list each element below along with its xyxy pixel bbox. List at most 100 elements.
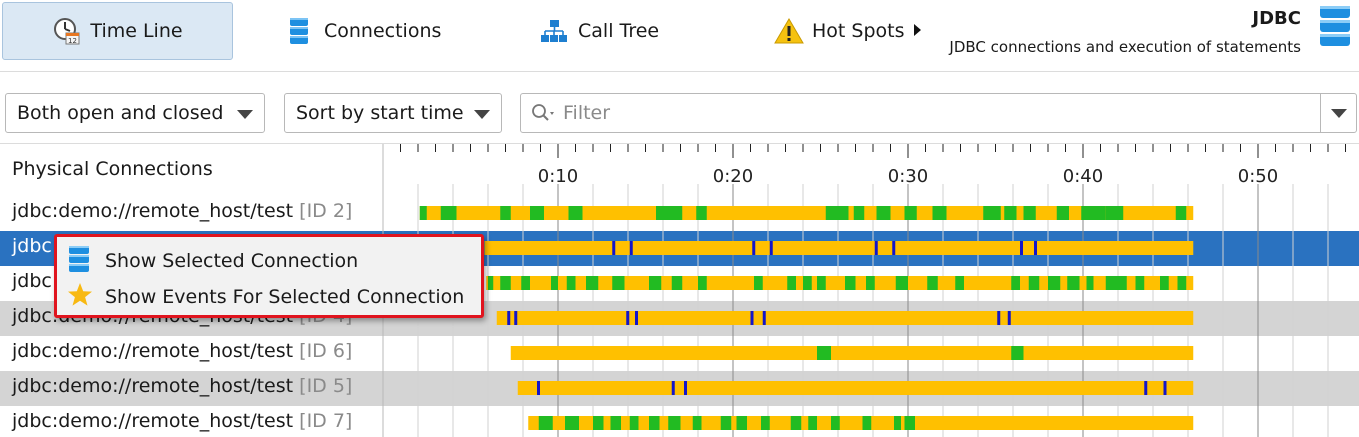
statement-segment xyxy=(692,416,702,430)
event-marker xyxy=(612,241,616,255)
statement-segment xyxy=(649,276,662,290)
database-icon xyxy=(67,245,93,278)
event-marker xyxy=(874,241,878,255)
event-marker xyxy=(997,311,1001,325)
connection-id: [ID 7] xyxy=(299,410,353,432)
show-selected-connection-menu-item[interactable]: Show Selected Connection xyxy=(67,245,358,277)
filter-input[interactable] xyxy=(563,96,1263,130)
statement-segment xyxy=(904,206,917,220)
statement-segment xyxy=(1067,276,1080,290)
event-marker xyxy=(892,241,896,255)
statement-segment xyxy=(894,416,901,430)
table-row[interactable]: jdbc:demo://remote_host/test [ID 5] xyxy=(12,375,352,397)
connection-url: jdbc:demo://remote_host/test xyxy=(12,410,294,432)
sort-select[interactable]: Sort by start time xyxy=(284,93,502,133)
statement-segment xyxy=(808,416,817,430)
table-row[interactable]: jdbc:demo://remote_host/test [ID 6] xyxy=(12,340,352,362)
statement-segment xyxy=(1056,206,1069,220)
call-tree-tab[interactable]: Call Tree xyxy=(524,2,675,60)
menu-item-label: Show Events For Selected Connection xyxy=(105,286,465,308)
statement-segment xyxy=(1023,206,1036,220)
statement-segment xyxy=(831,416,840,430)
time-line-tab[interactable]: 12 Time Line xyxy=(2,2,233,60)
context-menu: Show Selected Connection Show Events For… xyxy=(54,234,484,318)
statement-segment xyxy=(649,416,660,430)
statement-segment xyxy=(862,416,872,430)
statement-segment xyxy=(1011,276,1020,290)
event-marker xyxy=(1144,381,1148,395)
menu-item-label: Show Selected Connection xyxy=(105,250,359,272)
event-marker xyxy=(750,311,754,325)
database-icon xyxy=(286,17,314,45)
event-marker xyxy=(752,241,756,255)
event-marker xyxy=(671,381,675,395)
table-row[interactable]: jdbc:demo://remote_host/test [ID 7] xyxy=(12,410,352,432)
statement-segment xyxy=(419,206,427,220)
time-tick-label: 0:50 xyxy=(1238,166,1278,187)
statement-segment xyxy=(1160,276,1169,290)
statement-segment xyxy=(668,416,681,430)
statement-segment xyxy=(736,416,747,430)
table-row[interactable]: jdbc:demo://remote_host/test [ID 2] xyxy=(12,200,352,222)
statement-segment xyxy=(720,416,732,430)
connection-state-select[interactable]: Both open and closed xyxy=(5,93,265,133)
connection-bar xyxy=(517,381,1194,395)
statement-segment xyxy=(1086,276,1094,290)
call-tree-label: Call Tree xyxy=(578,20,660,42)
statement-segment xyxy=(853,206,865,220)
chevron-down-icon xyxy=(1331,109,1347,118)
statement-segment xyxy=(566,276,576,290)
statement-segment xyxy=(754,276,763,290)
event-marker xyxy=(635,311,638,325)
filter-combo[interactable] xyxy=(520,93,1357,133)
time-tick-label: 0:10 xyxy=(538,166,578,187)
hot-spots-tab[interactable]: Hot Spots xyxy=(758,2,921,60)
statement-segment xyxy=(500,206,511,220)
database-icon xyxy=(1318,5,1352,51)
statement-segment xyxy=(983,206,1001,220)
event-marker xyxy=(1020,241,1023,255)
statement-segment xyxy=(521,276,530,290)
connection-state-value: Both open and closed xyxy=(17,102,224,124)
connection-url: jdbc:demo://remote_host/test xyxy=(12,200,294,222)
statement-segment xyxy=(955,276,964,290)
statement-segment xyxy=(1011,346,1024,360)
filter-history-dropdown[interactable] xyxy=(1320,94,1356,132)
statement-segment xyxy=(904,416,915,430)
connection-url: jdbc:demo://remote_host/test xyxy=(12,375,294,397)
event-marker xyxy=(1034,241,1037,255)
search-icon[interactable] xyxy=(531,103,559,129)
statement-segment xyxy=(568,206,583,220)
statement-segment xyxy=(1105,276,1127,290)
statement-segment xyxy=(803,276,812,290)
statement-segment xyxy=(866,276,875,290)
statement-segment xyxy=(845,276,856,290)
statement-segment xyxy=(787,276,796,290)
filter-bar: Both open and closed Sort by start time xyxy=(0,72,1359,144)
statement-segment xyxy=(488,276,494,290)
show-events-menu-item[interactable]: Show Events For Selected Connection xyxy=(67,281,464,313)
event-marker xyxy=(1007,311,1011,325)
time-line-label: Time Line xyxy=(90,20,183,42)
time-tick-label: 0:40 xyxy=(1063,166,1103,187)
event-marker xyxy=(626,311,630,325)
time-tick-label: 0:30 xyxy=(888,166,928,187)
warning-icon xyxy=(774,17,804,45)
view-toolbar: 12 Time Line Connections Call Tree Hot S… xyxy=(0,0,1359,72)
view-title: JDBC xyxy=(1252,8,1301,29)
hot-spots-label: Hot Spots xyxy=(812,20,905,42)
event-marker xyxy=(684,381,687,395)
statement-segment xyxy=(586,276,599,290)
statement-segment xyxy=(895,276,908,290)
event-marker xyxy=(507,311,511,325)
chevron-right-icon[interactable] xyxy=(914,24,921,36)
connections-tab[interactable]: Connections xyxy=(270,2,457,60)
statement-segment xyxy=(1177,276,1187,290)
statement-segment xyxy=(1135,276,1145,290)
statement-segment xyxy=(551,276,558,290)
physical-connections-header[interactable]: Physical Connections xyxy=(12,158,213,180)
statement-segment xyxy=(876,206,891,220)
connections-label: Connections xyxy=(324,20,442,42)
statement-segment xyxy=(671,276,683,290)
statement-segment xyxy=(538,416,553,430)
